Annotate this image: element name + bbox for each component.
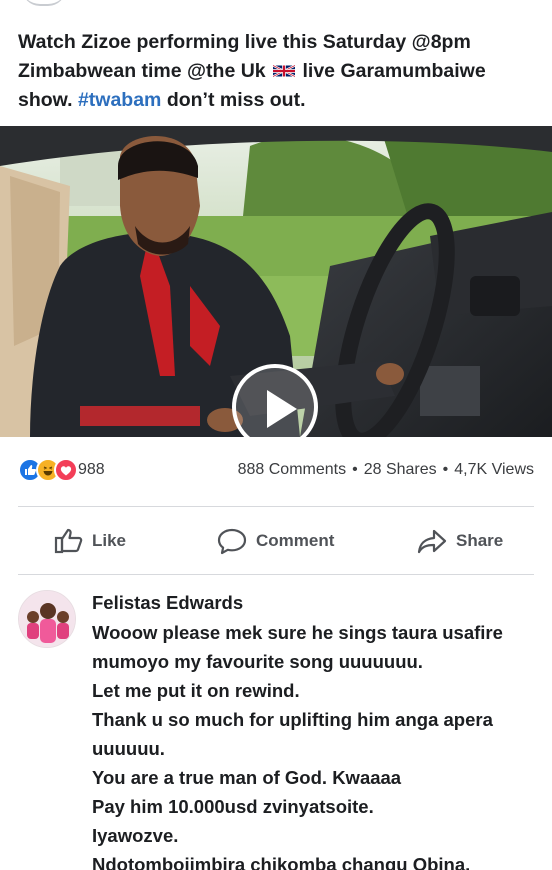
- comment-label: Comment: [256, 531, 335, 550]
- divider-bottom: [18, 574, 534, 575]
- uk-flag-icon: [273, 64, 296, 78]
- reaction-count[interactable]: 988: [78, 461, 105, 479]
- thumbs-up-icon: [54, 528, 83, 554]
- comment-line: uuuuuu.: [92, 738, 165, 759]
- previous-post-edge: [0, 0, 552, 14]
- like-button[interactable]: Like: [54, 526, 126, 556]
- share-button[interactable]: Share: [416, 526, 503, 556]
- comment-line: Pay him 10.000usd zvinyatsoite.: [92, 796, 374, 817]
- engagement-stats-bar: 988 888 Comments • 28 Shares • 4,7K Views: [0, 452, 552, 488]
- comment-bubble-icon: [217, 528, 247, 555]
- hashtag-link[interactable]: #twabam: [78, 89, 161, 111]
- shares-count[interactable]: 28 Shares: [364, 461, 437, 478]
- engagement-counts: 888 Comments • 28 Shares • 4,7K Views: [238, 461, 534, 479]
- separator-dot: •: [352, 461, 358, 478]
- like-label: Like: [92, 531, 127, 550]
- comment-line: Iyawozve.: [92, 825, 179, 846]
- post-actions-bar: Like Comment Share: [0, 516, 552, 566]
- comment-line: Thank u so much for uplifting him anga a…: [92, 709, 493, 730]
- comments-count[interactable]: 888 Comments: [238, 461, 347, 478]
- avatar[interactable]: [18, 590, 76, 648]
- comment-line: Wooow please mek sure he sings taura usa…: [92, 622, 503, 643]
- comment-item: Felistas Edwards Wooow please mek sure h…: [0, 586, 552, 870]
- comment-body: Wooow please mek sure he sings taura usa…: [92, 618, 542, 870]
- post-text-part3: don’t miss out.: [166, 89, 306, 111]
- comment-line: mumoyo my favourite song uuuuuuu.: [92, 651, 423, 672]
- post-text: Watch Zizoe performing live this Saturda…: [18, 28, 538, 115]
- comment-button[interactable]: Comment: [216, 526, 334, 556]
- separator-dot: •: [442, 461, 449, 478]
- divider-top: [18, 506, 534, 507]
- comment-author-name[interactable]: Felistas Edwards: [92, 592, 243, 614]
- share-label: Share: [456, 531, 504, 550]
- comment-line: Ndotomboiimbira chikomba changu Obina.: [92, 854, 471, 870]
- share-arrow-icon: [417, 529, 447, 554]
- video-player[interactable]: [0, 126, 552, 437]
- love-reaction-icon: [54, 458, 78, 482]
- comment-line: You are a true man of God. Kwaaaa: [92, 767, 402, 788]
- comment-line: Let me put it on rewind.: [92, 680, 300, 701]
- views-count: 4,7K Views: [454, 461, 534, 478]
